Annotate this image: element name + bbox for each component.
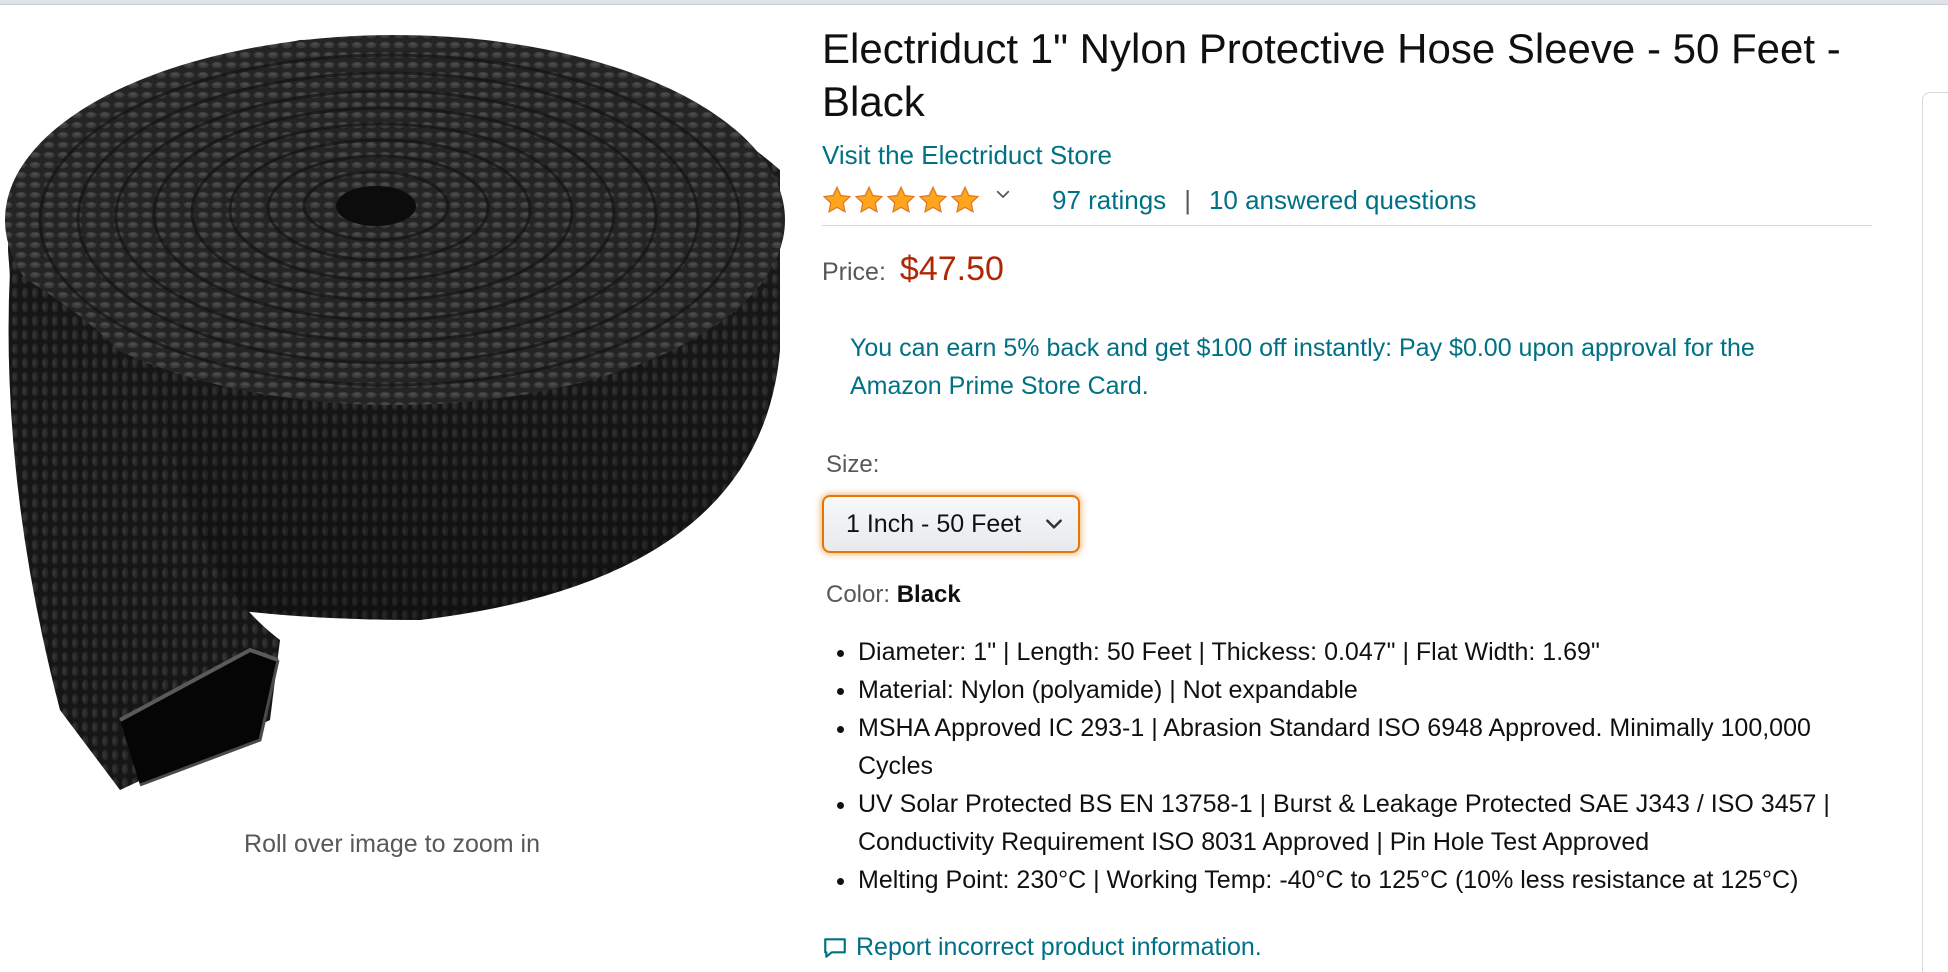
rating-separator: | xyxy=(1184,184,1191,215)
price-value: $47.50 xyxy=(899,250,1004,288)
feature-bullet: MSHA Approved IC 293-1 | Abrasion Standa… xyxy=(858,709,1868,785)
feature-bullet: UV Solar Protected BS EN 13758-1 | Burst… xyxy=(858,785,1868,861)
size-label: Size: xyxy=(826,451,880,478)
size-dropdown[interactable]: 1 Inch - 50 Feet xyxy=(822,495,1080,553)
buybox-edge xyxy=(1922,92,1948,972)
color-row: Color: Black xyxy=(826,581,1874,609)
image-panel: Roll over image to zoom in xyxy=(0,20,790,858)
answered-questions-link[interactable]: 10 answered questions xyxy=(1209,185,1476,216)
speech-bubble-icon xyxy=(824,937,846,958)
ratings-link[interactable]: 97 ratings xyxy=(1052,185,1166,216)
rating-row: 97 ratings | 10 answered questions xyxy=(822,181,1874,219)
store-link[interactable]: Visit the Electriduct Store xyxy=(822,140,1112,171)
product-page: Roll over image to zoom in Electriduct 1… xyxy=(0,0,1948,972)
feature-bullet: Melting Point: 230°C | Working Temp: -40… xyxy=(858,861,1868,899)
product-details: Electriduct 1" Nylon Protective Hose Sle… xyxy=(822,22,1874,972)
star-rating[interactable] xyxy=(822,185,1012,215)
top-divider xyxy=(0,0,1948,5)
star-icon xyxy=(886,185,916,213)
store-card-promo-link[interactable]: You can earn 5% back and get $100 off in… xyxy=(850,329,1850,405)
product-image[interactable] xyxy=(0,20,790,810)
color-label: Color: xyxy=(826,581,891,608)
star-icon xyxy=(918,185,948,213)
star-icon xyxy=(822,185,852,213)
price-row: Price: $47.50 xyxy=(822,250,1874,289)
feature-bullet: Material: Nylon (polyamide) | Not expand… xyxy=(858,671,1868,709)
size-selected-value: 1 Inch - 50 Feet xyxy=(846,509,1022,538)
star-icon xyxy=(854,185,884,213)
product-title: Electriduct 1" Nylon Protective Hose Sle… xyxy=(822,25,1841,125)
feature-bullet: Diameter: 1" | Length: 50 Feet | Thickes… xyxy=(858,633,1868,671)
color-value: Black xyxy=(896,581,961,608)
zoom-hint: Roll over image to zoom in xyxy=(244,830,540,858)
chevron-down-icon xyxy=(996,190,1010,198)
feature-bullets: Diameter: 1" | Length: 50 Feet | Thickes… xyxy=(822,633,1868,899)
section-divider xyxy=(822,225,1872,226)
star-icon xyxy=(950,185,980,213)
chevron-down-icon xyxy=(1046,519,1062,529)
report-link-label: Report incorrect product information. xyxy=(856,933,1262,961)
price-label: Price: xyxy=(822,258,886,286)
report-link[interactable]: Report incorrect product information. xyxy=(822,933,1874,962)
